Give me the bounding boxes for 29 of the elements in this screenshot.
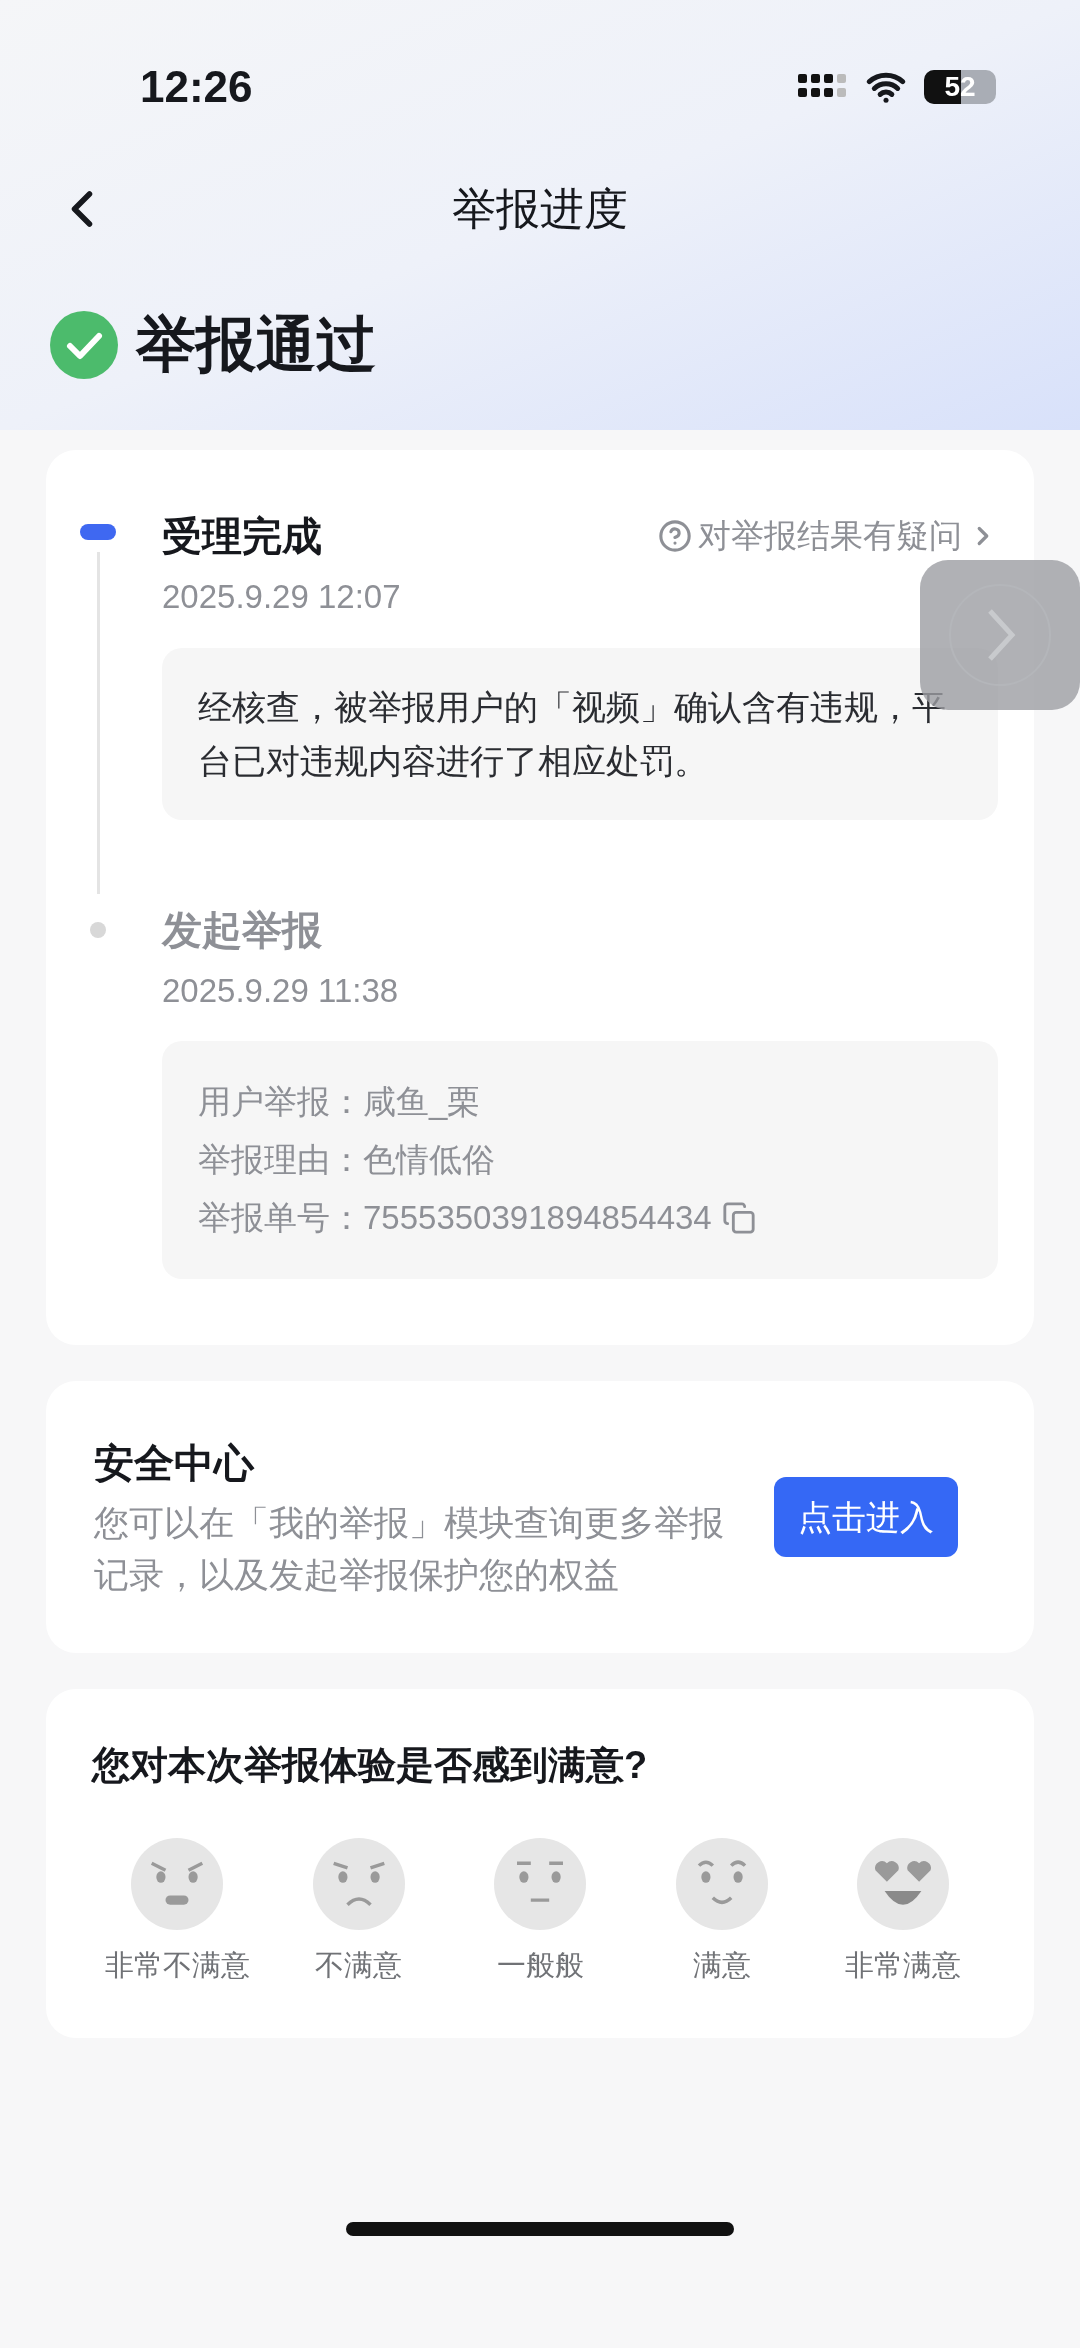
rating-option[interactable]: 非常不满意 [92, 1838, 262, 1988]
survey-question: 您对本次举报体验是否感到满意? [92, 1743, 649, 1788]
face-icon [675, 1838, 768, 1930]
detail-line: 举报单号：7555350391894854434 [198, 1198, 712, 1238]
rating-option[interactable]: 满意 [636, 1838, 807, 1988]
face-icon [494, 1838, 586, 1930]
face-icon [857, 1838, 949, 1930]
question-link[interactable]: 对举报结果有疑问 [658, 511, 998, 561]
detail-line: 用户举报：咸鱼_栗 [198, 1082, 481, 1122]
page-title: 举报进度 [452, 183, 628, 235]
rating-option[interactable]: 非常满意 [818, 1838, 988, 1988]
enter-button[interactable]: 点击进入 [774, 1477, 958, 1557]
face-icon [131, 1838, 223, 1930]
step-title: 发起举报 [162, 906, 322, 954]
result-message: 经核查，被举报用户的「视频」确认含有违规，平台已对违规内容进行了相应处罚。 [198, 686, 947, 782]
step-time: 2025.9.29 12:07 [162, 577, 402, 617]
face-icon [312, 1838, 405, 1930]
result-title: 举报通过 [136, 310, 376, 380]
rating-option[interactable]: 不满意 [273, 1838, 444, 1988]
safety-title: 安全中心 [94, 1440, 256, 1487]
status-time: 12:26 [140, 61, 253, 113]
step-time: 2025.9.29 11:38 [162, 970, 400, 1011]
help-icon [658, 519, 692, 553]
check-circle-icon [50, 311, 118, 379]
step-title: 受理完成 [162, 513, 322, 560]
detail-line: 举报理由：色情低俗 [198, 1140, 495, 1180]
safety-description: 您可以在「我的举报」模块查询更多举报记录，以及发起举报保护您的权益 [94, 1502, 725, 1596]
copy-icon[interactable] [721, 1201, 756, 1235]
rating-option[interactable]: 一般般 [455, 1838, 625, 1988]
